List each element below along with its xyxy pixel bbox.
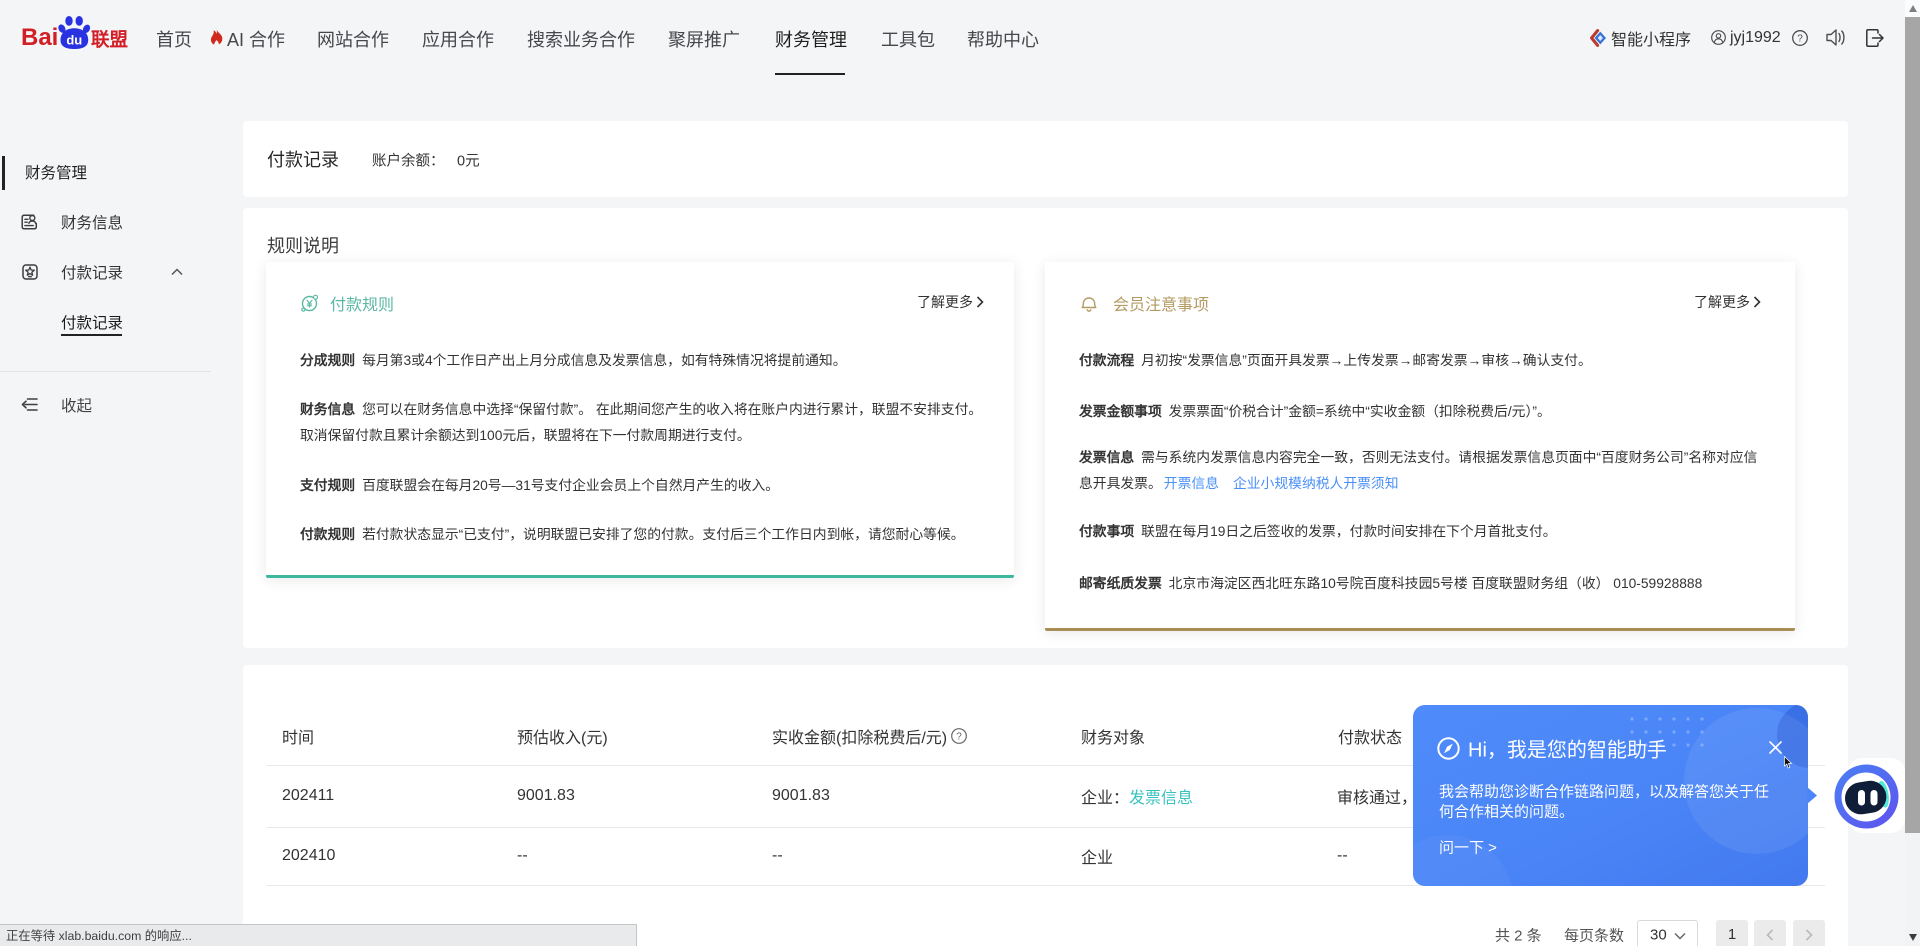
svg-text:?: ? [1797,34,1803,45]
svg-text:du: du [66,33,82,48]
svg-text:?: ? [956,732,962,743]
